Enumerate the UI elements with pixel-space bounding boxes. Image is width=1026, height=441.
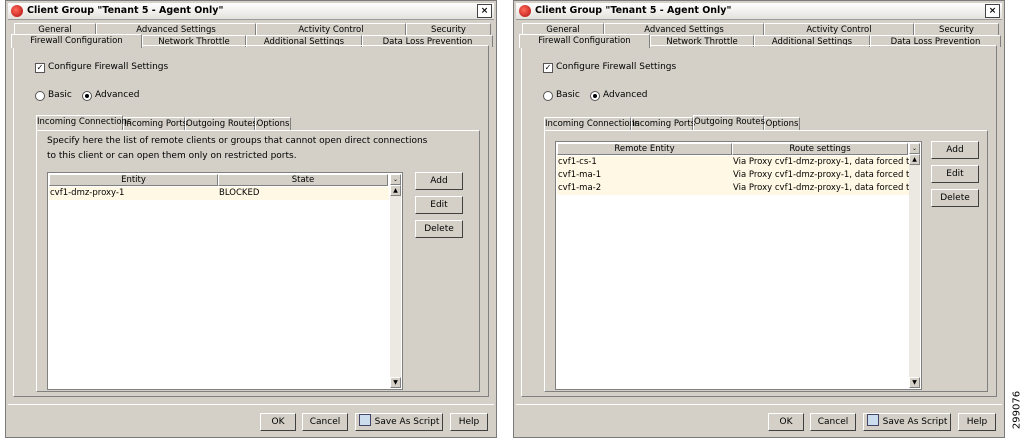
vertical-scrollbar[interactable]: ⌄ ▲ ▼: [390, 174, 401, 388]
column-header-entity[interactable]: Entity: [49, 174, 218, 186]
route-settings-cell: Via Proxy cvf1-dmz-proxy-1, data forced …: [733, 183, 909, 193]
delete-button[interactable]: Delete: [931, 189, 979, 207]
tab-options[interactable]: Options: [764, 117, 800, 130]
tab-incoming-ports[interactable]: Incoming Ports: [631, 117, 695, 130]
tab-firewall-configuration[interactable]: Firewall Configuration: [519, 34, 650, 48]
table-row[interactable]: cvf1-cs-1 Via Proxy cvf1-dmz-proxy-1, da…: [557, 156, 909, 169]
state-cell: BLOCKED: [219, 188, 260, 198]
app-icon: [11, 5, 23, 17]
route-settings-cell: Via Proxy cvf1-dmz-proxy-1, data forced …: [733, 157, 909, 167]
table-row[interactable]: cvf1-ma-2 Via Proxy cvf1-dmz-proxy-1, da…: [557, 182, 909, 195]
tab-incoming-ports[interactable]: Incoming Ports: [123, 117, 187, 130]
window-title: Client Group "Tenant 5 - Agent Only": [535, 5, 732, 16]
edit-button[interactable]: Edit: [415, 196, 463, 214]
delete-button[interactable]: Delete: [415, 220, 463, 238]
close-button[interactable]: ×: [477, 4, 492, 18]
remote-entity-cell: cvf1-ma-2: [558, 183, 602, 193]
script-icon: [866, 414, 879, 426]
configure-firewall-checkbox[interactable]: ✓: [35, 63, 45, 73]
dialog-footer: OK Cancel Save As Script Help: [516, 404, 1002, 435]
entity-cell: cvf1-dmz-proxy-1: [50, 188, 125, 198]
help-button[interactable]: Help: [958, 413, 996, 431]
mode-advanced-label: Advanced: [95, 90, 140, 100]
table-row[interactable]: cvf1-dmz-proxy-1 BLOCKED: [49, 187, 389, 200]
column-menu-icon[interactable]: ⌄: [909, 143, 920, 154]
remote-entity-cell: cvf1-ma-1: [558, 170, 602, 180]
outgoing-routes-panel: Remote Entity Route settings cvf1-cs-1 V…: [544, 130, 988, 392]
cancel-button[interactable]: Cancel: [302, 413, 348, 431]
script-icon: [358, 414, 371, 426]
scroll-up-icon[interactable]: ▲: [909, 154, 920, 165]
ok-button[interactable]: OK: [260, 413, 296, 431]
firewall-panel: ✓ Configure Firewall Settings Basic Adva…: [13, 45, 489, 397]
tab-security[interactable]: Security: [406, 23, 491, 35]
remote-entity-cell: cvf1-cs-1: [558, 157, 597, 167]
mode-basic-radio[interactable]: [543, 91, 553, 101]
save-as-script-label: Save As Script: [374, 417, 440, 427]
scroll-down-icon[interactable]: ▼: [909, 377, 920, 388]
tab-security[interactable]: Security: [914, 23, 999, 35]
cancel-button[interactable]: Cancel: [810, 413, 856, 431]
save-as-script-button[interactable]: Save As Script: [863, 413, 951, 431]
add-button[interactable]: Add: [931, 141, 979, 159]
figure-id: 299076: [1010, 385, 1024, 435]
firewall-panel: ✓ Configure Firewall Settings Basic Adva…: [521, 45, 997, 397]
configure-firewall-checkbox[interactable]: ✓: [543, 63, 553, 73]
mode-basic-label: Basic: [48, 90, 72, 100]
table-row[interactable]: cvf1-ma-1 Via Proxy cvf1-dmz-proxy-1, da…: [557, 169, 909, 182]
vertical-scrollbar[interactable]: ⌄ ▲ ▼: [909, 143, 920, 388]
add-button[interactable]: Add: [415, 172, 463, 190]
tab-outgoing-routes[interactable]: Outgoing Routes: [693, 115, 765, 130]
edit-button[interactable]: Edit: [931, 165, 979, 183]
tab-activity-control[interactable]: Activity Control: [256, 23, 406, 35]
save-as-script-label: Save As Script: [882, 417, 948, 427]
save-as-script-button[interactable]: Save As Script: [355, 413, 443, 431]
configure-firewall-label: Configure Firewall Settings: [48, 62, 169, 72]
client-group-dialog-right: Client Group "Tenant 5 - Agent Only" × G…: [513, 0, 1005, 438]
tab-firewall-configuration[interactable]: Firewall Configuration: [11, 34, 142, 48]
ok-button[interactable]: OK: [768, 413, 804, 431]
title-bar: Client Group "Tenant 5 - Agent Only" ×: [516, 3, 1002, 20]
tab-activity-control[interactable]: Activity Control: [764, 23, 914, 35]
scroll-up-icon[interactable]: ▲: [390, 185, 401, 196]
app-icon: [519, 5, 531, 17]
tab-incoming-connections[interactable]: Incoming Connections: [544, 117, 639, 130]
title-bar: Client Group "Tenant 5 - Agent Only" ×: [8, 3, 494, 20]
client-group-dialog-left: Client Group "Tenant 5 - Agent Only" × G…: [5, 0, 497, 438]
column-menu-icon[interactable]: ⌄: [390, 174, 401, 185]
tab-options[interactable]: Options: [255, 117, 291, 130]
figure-id-label: 299076: [1011, 390, 1023, 430]
dialog-footer: OK Cancel Save As Script Help: [8, 404, 494, 435]
route-settings-cell: Via Proxy cvf1-dmz-proxy-1, data forced …: [733, 170, 909, 180]
mode-basic-label: Basic: [556, 90, 580, 100]
description-line-1: Specify here the list of remote clients …: [47, 136, 428, 146]
tab-outgoing-routes[interactable]: Outgoing Routes: [185, 117, 257, 130]
tab-incoming-connections[interactable]: Incoming Connections: [36, 115, 131, 130]
mode-advanced-radio[interactable]: [82, 91, 92, 101]
column-header-remote-entity[interactable]: Remote Entity: [557, 143, 732, 155]
help-button[interactable]: Help: [450, 413, 488, 431]
window-title: Client Group "Tenant 5 - Agent Only": [27, 5, 224, 16]
description-line-2: to this client or can open them only on …: [47, 151, 297, 161]
scroll-down-icon[interactable]: ▼: [390, 377, 401, 388]
incoming-connections-panel: Specify here the list of remote clients …: [36, 130, 480, 392]
configure-firewall-label: Configure Firewall Settings: [556, 62, 677, 72]
outgoing-routes-table[interactable]: Remote Entity Route settings cvf1-cs-1 V…: [555, 141, 922, 390]
column-header-route-settings[interactable]: Route settings: [732, 143, 908, 155]
mode-advanced-radio[interactable]: [590, 91, 600, 101]
mode-advanced-label: Advanced: [603, 90, 648, 100]
mode-basic-radio[interactable]: [35, 91, 45, 101]
incoming-connections-table[interactable]: Entity State cvf1-dmz-proxy-1 BLOCKED ⌄ …: [47, 172, 403, 390]
column-header-state[interactable]: State: [218, 174, 388, 186]
close-button[interactable]: ×: [985, 4, 1000, 18]
